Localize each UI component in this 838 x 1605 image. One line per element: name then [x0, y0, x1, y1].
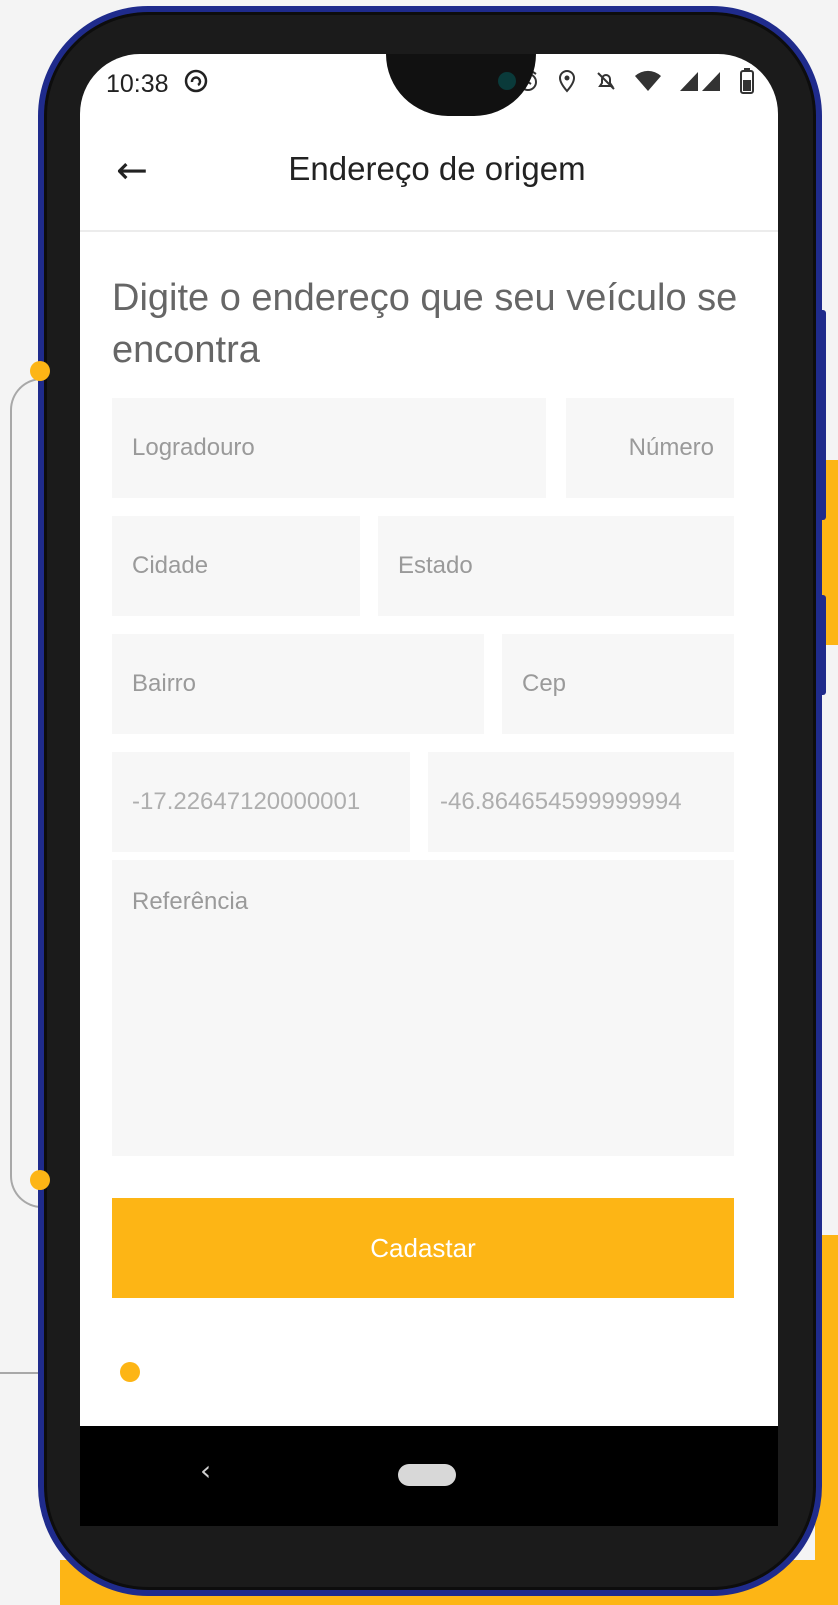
cidade-input[interactable]	[112, 516, 360, 616]
nav-back-icon[interactable]: ‹	[200, 1454, 211, 1487]
wifi-icon	[634, 70, 662, 99]
page-title: Endereço de origem	[288, 150, 586, 187]
notifications-off-icon	[594, 69, 618, 100]
phone-screen: 10:38 ← Endereço de origem Digite o ende…	[80, 54, 778, 1426]
form-heading: Digite o endereço que seu veículo se enc…	[112, 277, 738, 371]
signal-icon	[678, 70, 724, 99]
volume-button	[818, 310, 826, 520]
numero-input[interactable]	[566, 398, 734, 498]
sync-circle-icon	[183, 68, 209, 101]
referencia-textarea[interactable]	[112, 860, 734, 1156]
annotation-dot	[30, 1170, 50, 1190]
estado-input[interactable]	[378, 516, 734, 616]
battery-icon	[740, 67, 754, 101]
longitude-input[interactable]	[428, 752, 734, 852]
app-bar: ← Endereço de origem	[80, 114, 778, 232]
annotation-dot	[120, 1362, 140, 1382]
power-button	[818, 595, 826, 695]
submit-button[interactable]: Cadastar	[112, 1198, 734, 1298]
system-nav-bar: ‹	[80, 1426, 778, 1526]
nav-home-pill[interactable]	[398, 1464, 456, 1486]
latitude-input[interactable]	[112, 752, 410, 852]
front-camera	[498, 72, 516, 90]
status-time: 10:38	[106, 69, 169, 98]
cep-input[interactable]	[502, 634, 734, 734]
logradouro-input[interactable]	[112, 398, 546, 498]
location-icon	[556, 69, 578, 100]
bairro-input[interactable]	[112, 634, 484, 734]
annotation-dot	[30, 361, 50, 381]
